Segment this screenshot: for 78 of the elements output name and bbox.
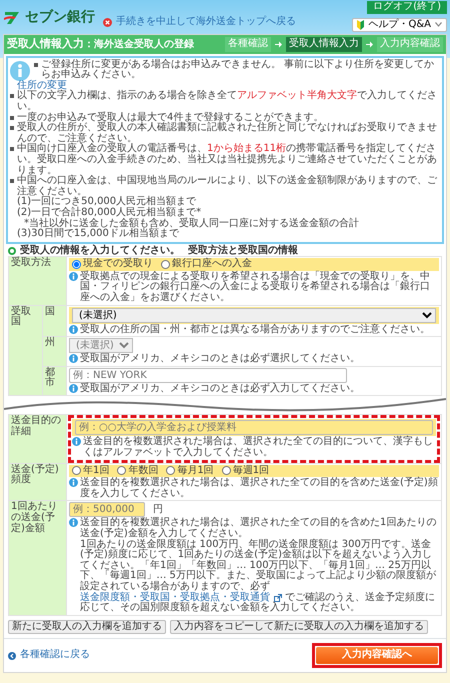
radio-label: 年1回 <box>83 466 110 476</box>
arrow-icon <box>275 40 282 48</box>
dropdown[interactable]: (未選択) <box>72 308 436 323</box>
note-text: 受取国がアメリカ、メキシコのときは必ず選択してください。 <box>80 354 360 365</box>
bullet-icon <box>10 126 14 130</box>
unit-text: 円 <box>153 504 163 516</box>
cancel-link[interactable]: 手続きを中止して海外送金トップへ戻る <box>116 17 296 28</box>
note-text: 受取人の住所の国・州・都市とは異なる場合がありますのでご注意ください。 <box>80 324 430 336</box>
radio-button[interactable] <box>72 260 81 270</box>
page-subtitle: ：海外送金受取人の登録 <box>84 40 194 51</box>
footnote-text: *当社以外に送金した金額も含め、受取人同一口座に対する送金金額の合計 <box>24 218 359 228</box>
field-label: 送金(予定)頻度 <box>11 464 59 486</box>
close-icon <box>103 18 112 27</box>
logout-button[interactable]: ログオフ(終了) <box>367 1 447 14</box>
logo-icon <box>3 9 21 25</box>
bullet-icon <box>10 116 14 120</box>
field-label: 送金目的の詳細 <box>11 415 61 438</box>
logo-text: セブン銀行 <box>25 10 95 24</box>
radio-button[interactable] <box>222 466 231 476</box>
note-text: 送金目的を複数選択された場合は、選択された全ての目的について、漢字もしくはアルファベットで入力してください。 <box>83 437 434 459</box>
bullet-icon <box>34 62 38 67</box>
bullet-icon <box>10 179 14 184</box>
note-text: 送金目的を複数選択された場合は、選択された全ての目的を含めた1回あたりの送金(予定)金額を入力してください。 <box>80 518 438 539</box>
field-label: 受取国 <box>11 306 31 328</box>
note-text: 送金目的を複数選択された場合は、選択された全ての目的を含めた送金(予定)頻度を入力してください。 <box>80 478 439 500</box>
circle-icon <box>8 246 16 255</box>
arrow-icon <box>366 40 373 48</box>
info-icon <box>69 478 78 488</box>
amount-field[interactable]: 例：500,000 <box>69 502 145 518</box>
limit-text: (2)一日で合計80,000人民元相当額まで* <box>17 208 202 218</box>
info-icon <box>69 518 78 528</box>
note-detail-text: 1回あたりの送金限度額は 100万円、年間の送金限度額は 300万円です。送金(予定)頻度に応じて、1回あたりの送金(予定)金額は以下を超えないよう入力してください。「年1回」「年数回」… 100万円以下、「毎月1回」… 25万円以下、「毎週1回」… 5万円以下。また、受取国によって上記より少額の限度額が設定されている場合がありますので、必ず 送金限度額・受取国・受取拠点・受取通貨 でご確認のうえ、送金予定頻度に応じて、その国別限度額を超えない金額を入力してください。 <box>80 540 437 614</box>
note-text: 受取国がアメリカ、メキシコのときは必ず入力してください。 <box>80 384 360 394</box>
radio-label: 毎月1回 <box>177 466 214 476</box>
external-link-icon <box>274 594 282 602</box>
instruction-text: 受取人の情報を入力してください。 <box>20 246 180 256</box>
notice-text: 中国向け口座入金の受取人の電話番号は、1から始まる11桁の携帯電話番号を指定してください。受取口座への入金手続きのため、当社又は当社提携先よりご連絡させていただくことがあります。 <box>17 144 438 176</box>
field-label: 国 <box>45 306 55 317</box>
confirm-button[interactable]: 入力内容確認へ <box>316 647 438 664</box>
info-icon <box>69 384 78 393</box>
notice-text: ご登録住所に変更がある場合はお申込みできません。 事前に以下より住所を変更してからお申込みください。 <box>41 60 436 80</box>
limit-text: (1)一回につき50,000人民元相当額まで <box>17 197 196 208</box>
radio-button[interactable] <box>72 466 81 476</box>
text-field[interactable]: 例：NEW YORK <box>69 368 346 383</box>
caret-icon <box>435 22 442 28</box>
add-recipient-button[interactable]: 新たに受取人の入力欄を追加する <box>8 620 166 634</box>
text-field[interactable]: 例：○○大学の入学金および授業料 <box>75 420 433 436</box>
radio-label: 毎週1回 <box>232 466 270 476</box>
info-icon <box>69 354 78 364</box>
radio-label: 現金での受取り <box>83 259 153 270</box>
beginner-mark-icon <box>357 20 364 30</box>
field-label: 1回あたりの送金(予定)金額 <box>11 501 58 534</box>
notice-text: 受取人の住所が、受取人の本人確認書類に記載された住所と同じでなければお受取りできませんので、ご注意ください。 <box>17 123 438 144</box>
radio-button[interactable] <box>161 260 170 270</box>
field-label: 都市 <box>45 366 55 388</box>
add-recipient-button[interactable]: 入力内容をコピーして新たに受取人の入力欄を追加する <box>170 620 428 634</box>
section-title: 受取方法と受取国の情報 <box>188 246 298 256</box>
limit-text: (3)30日間で15,000ドル相当額まで <box>17 229 179 240</box>
radio-button[interactable] <box>117 466 126 476</box>
info-icon <box>10 60 30 81</box>
info-icon <box>69 272 78 281</box>
field-label: 州 <box>45 337 55 348</box>
radio-button[interactable] <box>166 466 176 476</box>
notice-text: 以下の文字入力欄は、指示のある場合を除き全てアルファベット半角大文字で入力してください。 <box>17 91 438 112</box>
circle-arrow-icon <box>8 652 16 660</box>
notice-text: 中国への口座入金は、中国現地当局のルールにより、以下の送金金額制限がありますので、ご注意ください。 <box>17 176 438 197</box>
note-text: 受取拠点での現金による受取りを希望される場合は「現金での受取り」を、中国・フィリピンの銀行口座への入金による受取りを希望される場合は「銀行口座への入金」をお選びください。 <box>80 272 431 304</box>
page-title: 受取人情報入力 <box>7 38 84 50</box>
info-icon <box>72 437 81 446</box>
radio-label: 銀行口座への入金 <box>172 259 252 270</box>
notice-text: 一度のお申込みで受取人は最大で4件まで登録することができます。 <box>17 112 324 123</box>
radio-label: 年数回 <box>128 466 158 476</box>
back-link[interactable]: 各種確認に戻る <box>20 650 90 661</box>
help-dropdown[interactable]: ヘルプ・Q&A <box>352 18 447 32</box>
bullet-icon <box>10 94 14 98</box>
info-icon <box>69 324 78 334</box>
bullet-icon <box>10 147 14 152</box>
field-label: 受取方法 <box>11 257 51 268</box>
